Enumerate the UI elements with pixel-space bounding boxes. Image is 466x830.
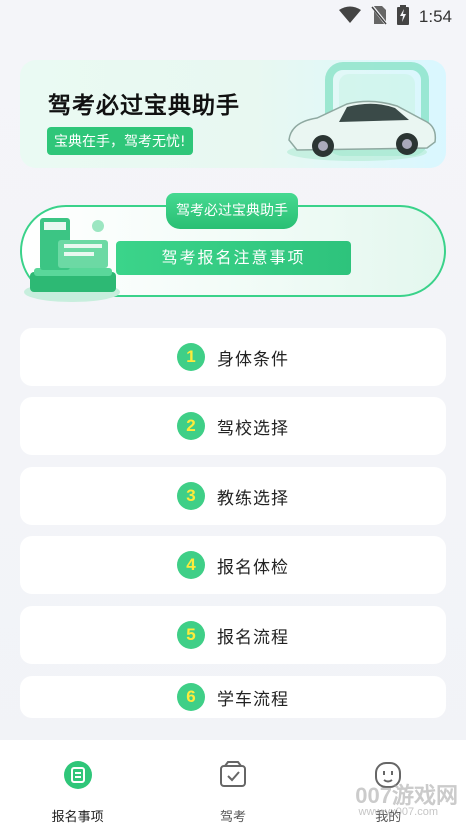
step-number-badge: 3	[177, 482, 205, 510]
battery-charging-icon	[396, 5, 409, 29]
hero-banner[interactable]: 驾考必过宝典助手 宝典在手，驾考无忧!	[20, 60, 446, 168]
status-bar: 1:54	[0, 0, 466, 34]
banner-title: 驾考必过宝典助手	[48, 93, 240, 119]
document-icon	[63, 760, 93, 794]
watermark-url: www.yx007.com	[358, 806, 438, 818]
step-number-badge: 4	[177, 551, 205, 579]
list-item-label: 身体条件	[217, 349, 289, 370]
checklist-icon	[218, 760, 248, 794]
step-number-badge: 6	[177, 683, 205, 711]
list-item-label: 教练选择	[217, 488, 289, 509]
list-item-body-condition[interactable]: 1 身体条件	[20, 328, 446, 386]
nav-label: 驾考	[219, 810, 246, 825]
nav-label: 报名事项	[51, 810, 104, 825]
status-time: 1:54	[418, 7, 452, 26]
section-pill-label[interactable]: 驾考报名注意事项	[116, 241, 351, 275]
list-item-label: 报名体检	[217, 557, 289, 578]
list-item-coach-selection[interactable]: 3 教练选择	[20, 467, 446, 525]
book-illustration	[14, 210, 124, 305]
wifi-icon	[338, 6, 361, 28]
step-number-badge: 1	[177, 343, 205, 371]
list-item-label: 驾校选择	[217, 418, 289, 439]
step-number-badge: 5	[177, 621, 205, 649]
no-sim-icon	[370, 5, 389, 29]
banner-tag: 宝典在手，驾考无忧!	[47, 127, 193, 155]
car-illustration	[277, 60, 442, 168]
section-tab-title: 驾考必过宝典助手	[166, 193, 298, 229]
list-item-label: 报名流程	[217, 627, 289, 648]
nav-item-registration[interactable]: 报名事项	[18, 760, 138, 825]
list-item-label: 学车流程	[217, 689, 289, 710]
list-item-registration-process[interactable]: 5 报名流程	[20, 606, 446, 664]
step-number-badge: 2	[177, 412, 205, 440]
nav-item-driving-test[interactable]: 驾考	[173, 760, 293, 825]
list-item-school-selection[interactable]: 2 驾校选择	[20, 397, 446, 455]
list-item-learning-process[interactable]: 6 学车流程	[20, 676, 446, 718]
list-item-medical-exam[interactable]: 4 报名体检	[20, 536, 446, 594]
